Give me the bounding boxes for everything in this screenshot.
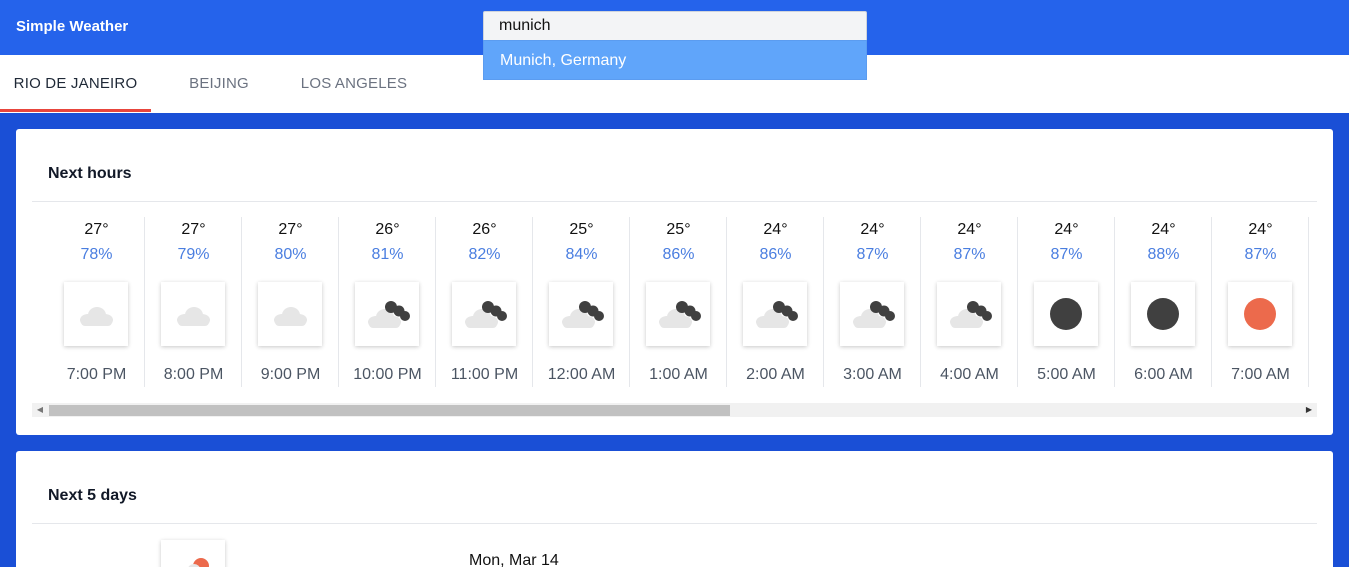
hour-temperature: 24° xyxy=(1054,221,1079,238)
hour-temperature: 27° xyxy=(84,221,109,238)
hour-forecast-item: 26° 82% 11:00 PM xyxy=(436,217,533,387)
hour-temperature: 26° xyxy=(375,221,400,238)
tab-rio-de-janeiro[interactable]: RIO DE JANEIRO xyxy=(0,55,151,113)
hour-temperature: 27° xyxy=(181,221,206,238)
scroll-right-arrow-icon[interactable]: ▶ xyxy=(1301,403,1317,417)
hour-humidity: 84% xyxy=(565,246,598,263)
hour-time: 5:00 AM xyxy=(1037,366,1096,383)
search-input[interactable] xyxy=(483,11,867,40)
hour-humidity: 81% xyxy=(371,246,404,263)
partly-cloudy-day-icon xyxy=(161,540,225,567)
hour-humidity: 79% xyxy=(177,246,210,263)
hour-time: 2:00 AM xyxy=(746,366,805,383)
scroll-left-arrow-icon[interactable]: ◀ xyxy=(32,403,48,417)
hour-time: 10:00 PM xyxy=(353,366,422,383)
hour-time: 12:00 AM xyxy=(547,366,616,383)
hour-temperature: 25° xyxy=(569,221,594,238)
hour-time: 11:00 PM xyxy=(450,366,519,383)
hour-time: 1:00 AM xyxy=(649,366,708,383)
sun-icon xyxy=(1228,282,1292,346)
hour-forecast-item: 24° 87% 3:00 AM xyxy=(824,217,921,387)
tab-beijing[interactable]: BEIJING xyxy=(175,55,263,113)
hour-forecast-item: 25° 84% 12:00 AM xyxy=(533,217,630,387)
suggestion-item[interactable]: Munich, Germany xyxy=(483,40,867,80)
hour-humidity: 87% xyxy=(856,246,889,263)
cloudy-night-icon xyxy=(452,282,516,346)
next-hours-title: Next hours xyxy=(48,165,132,182)
hour-humidity: 87% xyxy=(1050,246,1083,263)
app-title: Simple Weather xyxy=(16,18,129,35)
hour-humidity: 88% xyxy=(1147,246,1180,263)
hour-temperature: 24° xyxy=(1151,221,1176,238)
cloud-icon xyxy=(258,282,322,346)
hour-temperature: 27° xyxy=(278,221,303,238)
hour-forecast-item: 24° 87% 4:00 AM xyxy=(921,217,1018,387)
hour-time: 6:00 AM xyxy=(1134,366,1193,383)
cloudy-night-icon xyxy=(355,282,419,346)
next-days-card: Next 5 days Mon, Mar 14 xyxy=(16,451,1333,567)
day-date: Mon, Mar 14 xyxy=(469,552,559,567)
cloudy-night-icon xyxy=(549,282,613,346)
tab-los-angeles[interactable]: LOS ANGELES xyxy=(289,55,419,113)
clear-night-icon xyxy=(1131,282,1195,346)
city-search: Munich, Germany xyxy=(483,11,867,80)
hour-forecast-item: 27° 79% 8:00 PM xyxy=(145,217,242,387)
hour-forecast-item: 27° 78% 7:00 PM xyxy=(48,217,145,387)
hour-humidity: 82% xyxy=(468,246,501,263)
hour-forecast-item: 25° 86% 1:00 AM xyxy=(630,217,727,387)
horizontal-scrollbar[interactable]: ◀ ▶ xyxy=(32,403,1317,417)
hour-forecast-item: 24° 87% 5:00 AM xyxy=(1018,217,1115,387)
hour-temperature: 24° xyxy=(957,221,982,238)
cloudy-night-icon xyxy=(840,282,904,346)
hour-time: 7:00 AM xyxy=(1231,366,1290,383)
cloudy-night-icon xyxy=(646,282,710,346)
hour-humidity: 78% xyxy=(80,246,113,263)
hour-temperature: 24° xyxy=(763,221,788,238)
cloud-icon xyxy=(64,282,128,346)
scrollbar-thumb[interactable] xyxy=(49,405,730,416)
divider xyxy=(32,523,1317,524)
hour-temperature: 24° xyxy=(1248,221,1273,238)
hour-forecast-item: 24° 87% 7:00 AM xyxy=(1212,217,1309,387)
hour-time: 9:00 PM xyxy=(260,366,321,383)
hour-forecast-item: 24° 88% 6:00 AM xyxy=(1115,217,1212,387)
cloudy-night-icon xyxy=(743,282,807,346)
hour-humidity: 80% xyxy=(274,246,307,263)
hour-humidity: 87% xyxy=(1244,246,1277,263)
cloudy-night-icon xyxy=(937,282,1001,346)
hour-temperature: 26° xyxy=(472,221,497,238)
hour-temperature: 25° xyxy=(666,221,691,238)
hour-time: 3:00 AM xyxy=(843,366,902,383)
clear-night-icon xyxy=(1034,282,1098,346)
active-tab-indicator xyxy=(0,109,151,112)
hour-humidity: 86% xyxy=(759,246,792,263)
next-hours-card: Next hours 27° 78% 7:00 PM 27° 79% 8:00 PM 27°… xyxy=(16,129,1333,435)
hour-humidity: 87% xyxy=(953,246,986,263)
divider xyxy=(32,201,1317,202)
hour-time: 7:00 PM xyxy=(66,366,127,383)
cloud-icon xyxy=(161,282,225,346)
hour-forecast-item: 26° 81% 10:00 PM xyxy=(339,217,436,387)
hour-time: 8:00 PM xyxy=(163,366,224,383)
hour-temperature: 24° xyxy=(860,221,885,238)
hourly-forecast-list[interactable]: 27° 78% 7:00 PM 27° 79% 8:00 PM 27° 80% 9:00 PM 2… xyxy=(48,217,1317,387)
hour-humidity: 86% xyxy=(662,246,695,263)
hour-time: 4:00 AM xyxy=(940,366,999,383)
next-days-title: Next 5 days xyxy=(48,487,137,504)
hour-forecast-item: 24° 86% 2:00 AM xyxy=(727,217,824,387)
hour-forecast-item: 27° 80% 9:00 PM xyxy=(242,217,339,387)
